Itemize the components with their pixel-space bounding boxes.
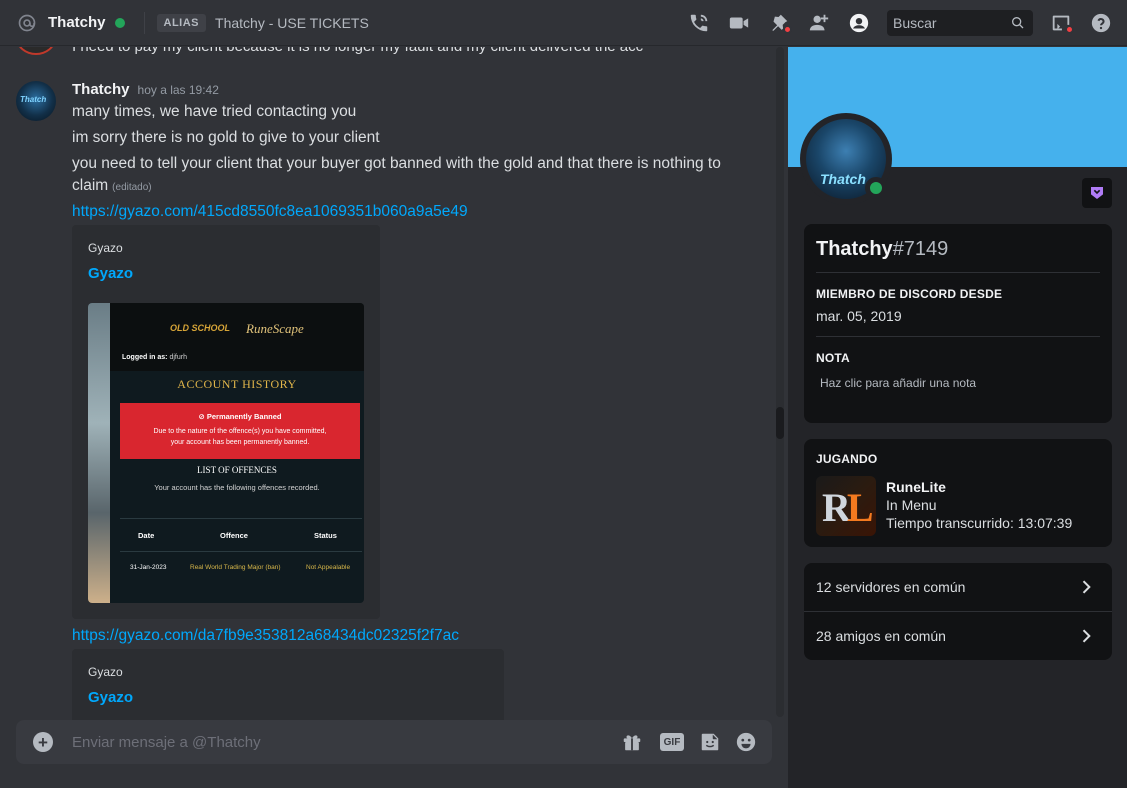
link-embed-1: Gyazo Gyazo OLD SCHOOL RuneScape Logged … xyxy=(72,225,380,619)
alias-text: Thatchy - USE TICKETS xyxy=(215,14,369,31)
nitro-badge-icon[interactable] xyxy=(1082,178,1112,208)
offences-table: Date Offence Status 31-Jan-2023 Real Wor… xyxy=(120,518,362,580)
help-icon[interactable] xyxy=(1089,11,1113,35)
gyazo-link-2[interactable]: https://gyazo.com/da7fb9e353812a68434dc0… xyxy=(72,627,459,645)
edited-label: (editado) xyxy=(112,182,152,193)
search-input[interactable] xyxy=(893,15,1003,31)
header-divider xyxy=(143,11,145,34)
embed-provider[interactable]: Gyazo xyxy=(88,241,123,255)
embed-screenshot-image[interactable]: OLD SCHOOL RuneScape Logged in as: djfur… xyxy=(88,303,364,603)
col-status: Status xyxy=(314,531,337,540)
mutual-friends-label: 28 amigos en común xyxy=(816,628,946,644)
message-input[interactable] xyxy=(72,731,592,753)
previous-author-avatar[interactable] xyxy=(16,47,56,55)
message-line-text: claim xyxy=(72,177,109,194)
profile-divider xyxy=(816,336,1100,337)
game-scenery xyxy=(88,303,110,603)
sticker-icon[interactable] xyxy=(698,731,722,753)
osrs-logo: OLD SCHOOL xyxy=(170,323,230,333)
user-profile-panel: Thatch Thatchy#7149 MIEMBRO DE DISCORD D… xyxy=(788,47,1127,788)
row-offence: Real World Trading Major (ban) xyxy=(190,564,281,571)
member-since-date: mar. 05, 2019 xyxy=(816,308,902,324)
mutual-servers-label: 12 servidores en común xyxy=(816,579,966,595)
account-history-heading: ACCOUNT HISTORY xyxy=(177,377,297,391)
ban-description: Due to the nature of the offence(s) you … xyxy=(153,428,327,446)
table-row-divider xyxy=(120,551,362,552)
offences-subtitle: Your account has the following offences … xyxy=(154,483,320,492)
warning-icon: ⊘ xyxy=(198,412,207,421)
inbox-icon[interactable] xyxy=(1049,11,1074,35)
profile-online-status xyxy=(865,177,887,199)
offences-heading: LIST OF OFFENCES xyxy=(197,465,277,475)
embed-provider[interactable]: Gyazo xyxy=(88,665,123,679)
message-composer: + GIF xyxy=(16,720,772,764)
profile-toggle-icon[interactable] xyxy=(847,11,871,35)
game-state: In Menu xyxy=(886,497,937,513)
chevron-right-icon xyxy=(1082,580,1091,594)
add-friend-icon[interactable] xyxy=(807,11,831,35)
gif-picker-button[interactable]: GIF xyxy=(660,733,684,751)
video-call-icon[interactable] xyxy=(727,11,751,35)
message-line: you need to tell your client that your b… xyxy=(72,155,721,172)
playing-title: JUGANDO xyxy=(816,452,878,466)
note-input[interactable]: Haz clic para añadir una nota xyxy=(820,376,976,390)
phone-call-icon[interactable] xyxy=(687,11,711,35)
ban-title: ⊘ Permanently Banned xyxy=(198,412,282,421)
pin-icon[interactable] xyxy=(767,11,792,35)
channel-header: Thatchy ALIAS Thatchy - USE TICKETS xyxy=(0,0,1127,46)
message-author[interactable]: Thatchy xyxy=(72,81,130,98)
runescape-logo: RuneScape xyxy=(246,321,304,336)
message-line: many times, we have tried contacting you xyxy=(72,103,357,120)
emoji-icon[interactable] xyxy=(734,731,758,753)
row-status: Not Appealable xyxy=(306,564,351,571)
mutuals-card: 12 servidores en común 28 amigos en comú… xyxy=(804,563,1112,660)
at-icon xyxy=(16,12,38,34)
chat-scrollbar-track[interactable] xyxy=(776,47,784,717)
mutual-friends-button[interactable]: 28 amigos en común xyxy=(804,612,1112,660)
col-date: Date xyxy=(138,531,155,540)
link-embed-2: Gyazo Gyazo xyxy=(72,649,504,729)
previous-message-text: I need to pay my client because it is no… xyxy=(72,47,643,55)
message-author-avatar[interactable]: Thatch xyxy=(16,81,56,121)
profile-discriminator: #7149 xyxy=(892,238,949,260)
profile-info-card: Thatchy#7149 MIEMBRO DE DISCORD DESDE ma… xyxy=(804,224,1112,423)
chat-area: I need to pay my client because it is no… xyxy=(0,47,788,788)
pin-notification-dot xyxy=(783,25,792,34)
message-line-last: claim (editado) xyxy=(72,177,152,195)
embed-title[interactable]: Gyazo xyxy=(88,265,133,282)
search-box[interactable] xyxy=(887,10,1033,36)
header-toolbar xyxy=(671,0,1113,46)
inbox-notification-dot xyxy=(1065,25,1074,34)
game-name: RuneLite xyxy=(886,479,946,495)
mutual-servers-button[interactable]: 12 servidores en común xyxy=(804,563,1112,611)
note-title: NOTA xyxy=(816,351,850,365)
activity-card: JUGANDO RL RuneLite In Menu Tiempo trans… xyxy=(804,439,1112,547)
gyazo-link-1[interactable]: https://gyazo.com/415cd8550fc8ea1069351b… xyxy=(72,203,468,221)
online-status-dot xyxy=(114,17,125,28)
game-elapsed-time: Tiempo transcurrido: 13:07:39 xyxy=(886,515,1073,531)
dm-username[interactable]: Thatchy xyxy=(48,14,106,31)
embed-title[interactable]: Gyazo xyxy=(88,689,133,706)
message-timestamp: hoy a las 19:42 xyxy=(137,83,219,97)
profile-username[interactable]: Thatchy#7149 xyxy=(816,238,948,261)
chat-scrollbar-thumb[interactable] xyxy=(776,407,784,439)
chevron-right-icon xyxy=(1082,629,1091,643)
member-since-title: MIEMBRO DE DISCORD DESDE xyxy=(816,287,1003,301)
gift-icon[interactable] xyxy=(620,731,644,753)
ban-notice: ⊘ Permanently Banned Due to the nature o… xyxy=(120,403,360,459)
col-offence: Offence xyxy=(220,531,248,540)
profile-divider xyxy=(816,272,1100,273)
runelite-game-icon: RL xyxy=(816,476,876,536)
message-line: im sorry there is no gold to give to you… xyxy=(72,129,380,146)
alias-badge: ALIAS xyxy=(156,13,207,32)
logged-in-text: Logged in as: djfurh xyxy=(122,354,187,361)
add-attachment-button[interactable]: + xyxy=(33,732,53,752)
plus-icon: + xyxy=(38,732,48,752)
row-date: 31-Jan-2023 xyxy=(130,564,167,571)
message-header: Thatchy hoy a las 19:42 xyxy=(72,81,219,98)
search-icon xyxy=(1012,16,1024,29)
